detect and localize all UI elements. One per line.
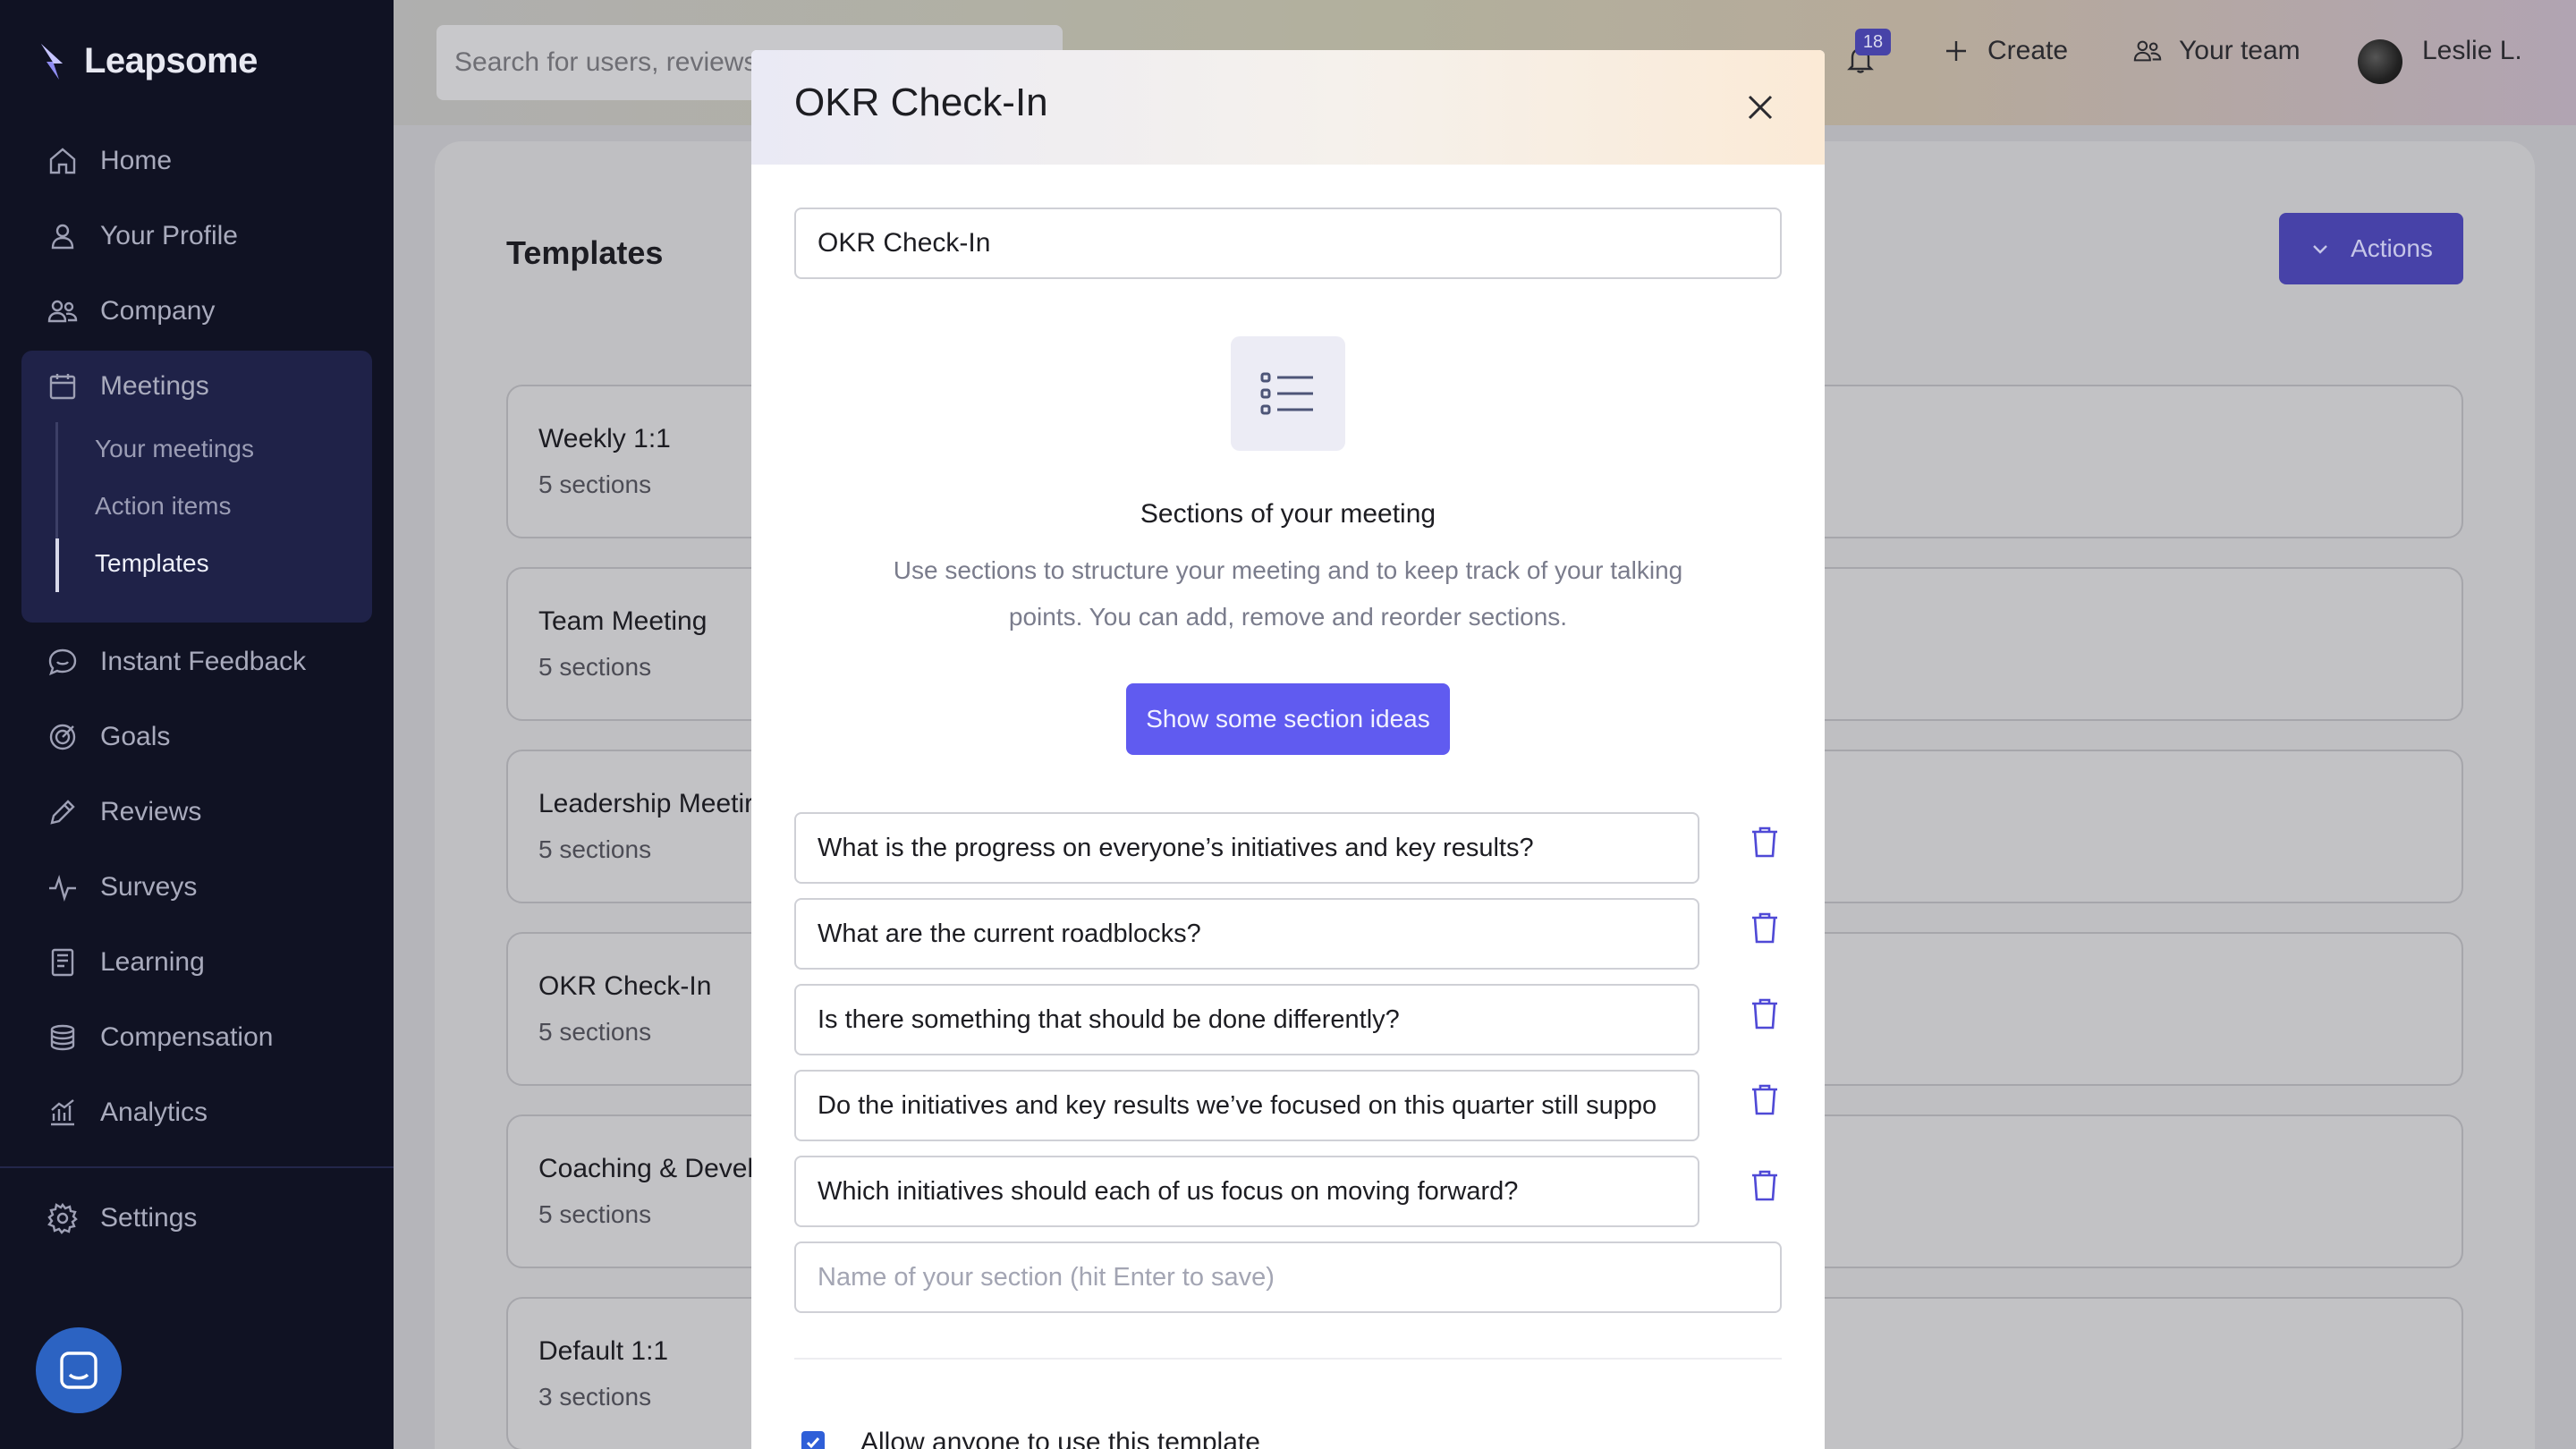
sidebar-item-instant-feedback[interactable]: Instant Feedback — [47, 635, 306, 689]
sidebar-item-label: Meetings — [100, 371, 209, 401]
template-name-input[interactable] — [794, 208, 1782, 279]
sidebar-item-meetings[interactable]: Meetings — [47, 360, 209, 413]
sections-title: Sections of your meeting — [1140, 499, 1436, 529]
notification-badge: 18 — [1855, 29, 1891, 55]
template-sections-count: 5 sections — [538, 835, 652, 863]
gear-icon — [47, 1202, 78, 1234]
home-icon — [49, 148, 76, 174]
brand-name: Leapsome — [84, 41, 258, 80]
allow-anyone-option[interactable]: Allow anyone to use this template — [801, 1428, 1260, 1449]
coins-icon — [50, 1024, 75, 1051]
logo[interactable]: Leapsome — [39, 41, 258, 81]
plus-icon — [1946, 41, 1966, 61]
pulse-icon — [49, 875, 76, 902]
section-input[interactable]: Which initiatives should each of us focu… — [794, 1156, 1699, 1227]
sidebar-subitem-your-meetings[interactable]: Your meetings — [95, 435, 254, 463]
template-name: Default 1:1 — [538, 1336, 669, 1366]
pencil-icon — [50, 800, 75, 825]
your-team-button[interactable]: Your team — [2132, 36, 2301, 66]
sidebar-item-label: Goals — [100, 722, 171, 751]
modal-divider — [794, 1358, 1782, 1360]
check-icon — [806, 1437, 820, 1449]
template-name: OKR Check-In — [538, 971, 712, 1001]
submenu-active-indicator — [55, 538, 59, 592]
chart-icon — [51, 1099, 74, 1126]
actions-label: Actions — [2351, 234, 2433, 262]
trash-icon[interactable] — [1750, 911, 1780, 945]
edit-template-modal: OKR Check-In Sections of your meeting Us… — [751, 50, 1825, 1449]
book-icon — [51, 948, 74, 977]
modal-title: OKR Check-In — [794, 80, 1048, 124]
user-name: Leslie L. — [2422, 36, 2522, 65]
template-sections-count: 5 sections — [538, 1018, 652, 1046]
template-sections-count: 5 sections — [538, 1200, 652, 1228]
new-section-input[interactable] — [794, 1241, 1782, 1313]
show-section-ideas-button[interactable]: Show some section ideas — [1126, 683, 1450, 755]
trash-icon[interactable] — [1750, 996, 1780, 1030]
sidebar-item-your-profile[interactable]: Your Profile — [47, 209, 238, 263]
sidebar-subitem-templates[interactable]: Templates — [95, 549, 209, 578]
create-label: Create — [1987, 36, 2069, 65]
sidebar-item-settings[interactable]: Settings — [47, 1191, 197, 1245]
template-name: Weekly 1:1 — [538, 424, 671, 453]
support-chat-button[interactable] — [36, 1327, 122, 1413]
calendar-icon — [49, 374, 76, 400]
section-input[interactable]: What are the current roadblocks? — [794, 898, 1699, 970]
sidebar-item-home[interactable]: Home — [47, 134, 172, 188]
avatar[interactable] — [2358, 39, 2402, 84]
chevron-down-icon — [2313, 245, 2327, 254]
sidebar-item-label: Home — [100, 146, 173, 175]
page-title: Templates — [506, 234, 664, 271]
template-name: Team Meeting — [538, 606, 708, 636]
sidebar-item-label: Analytics — [100, 1097, 208, 1127]
sidebar-item-learning[interactable]: Learning — [47, 936, 205, 989]
sidebar-item-analytics[interactable]: Analytics — [47, 1086, 208, 1140]
template-name: Coaching & Devel — [538, 1154, 754, 1183]
target-icon — [49, 724, 76, 750]
sidebar-divider — [0, 1166, 394, 1168]
users-icon — [47, 300, 78, 323]
sidebar-item-company[interactable]: Company — [47, 284, 215, 338]
actions-button[interactable]: Actions — [2279, 213, 2463, 284]
chat-widget-icon — [60, 1352, 97, 1389]
your-team-label: Your team — [2179, 36, 2301, 65]
sidebar-item-label: Settings — [100, 1203, 198, 1233]
section-input[interactable]: Do the initiatives and key results we’ve… — [794, 1070, 1699, 1141]
template-sections-count: 5 sections — [538, 653, 652, 681]
allow-anyone-checkbox[interactable] — [801, 1431, 825, 1449]
sidebar-item-label: Company — [100, 296, 216, 326]
list-icon — [1260, 372, 1313, 415]
sidebar-subitem-action-items[interactable]: Action items — [95, 492, 232, 521]
create-button[interactable]: Create — [1941, 36, 2068, 66]
section-input[interactable]: Is there something that should be done d… — [794, 984, 1699, 1055]
sidebar-item-goals[interactable]: Goals — [47, 710, 170, 764]
sidebar-item-label: Surveys — [100, 872, 198, 902]
sidebar-item-reviews[interactable]: Reviews — [47, 785, 201, 839]
allow-anyone-label: Allow anyone to use this template — [860, 1428, 1260, 1449]
leapsome-logo-icon — [41, 43, 63, 80]
sections-description: Use sections to structure your meeting a… — [893, 556, 1683, 631]
template-sections-count: 5 sections — [538, 470, 652, 498]
sections-illustration — [1231, 336, 1345, 451]
trash-icon[interactable] — [1750, 1082, 1780, 1116]
sidebar-item-compensation[interactable]: Compensation — [47, 1011, 273, 1064]
sidebar-item-label: Learning — [100, 947, 205, 977]
sidebar-item-surveys[interactable]: Surveys — [47, 860, 197, 914]
trash-icon[interactable] — [1750, 825, 1780, 859]
template-name: Leadership Meetir — [538, 789, 754, 818]
chat-icon — [48, 648, 77, 676]
sidebar: Leapsome Home Your Profile Company Meeti… — [0, 0, 394, 1449]
sidebar-item-label: Your Profile — [100, 221, 238, 250]
sidebar-item-label: Compensation — [100, 1022, 274, 1052]
close-icon[interactable] — [1741, 88, 1780, 127]
user-icon — [51, 224, 74, 250]
sidebar-item-label: Instant Feedback — [100, 647, 307, 676]
section-input[interactable]: What is the progress on everyone’s initi… — [794, 812, 1699, 884]
trash-icon[interactable] — [1750, 1168, 1780, 1202]
team-icon — [2133, 40, 2162, 62]
template-sections-count: 3 sections — [538, 1383, 652, 1411]
user-menu[interactable]: Leslie L. — [2422, 36, 2522, 66]
sidebar-item-label: Reviews — [100, 797, 202, 826]
